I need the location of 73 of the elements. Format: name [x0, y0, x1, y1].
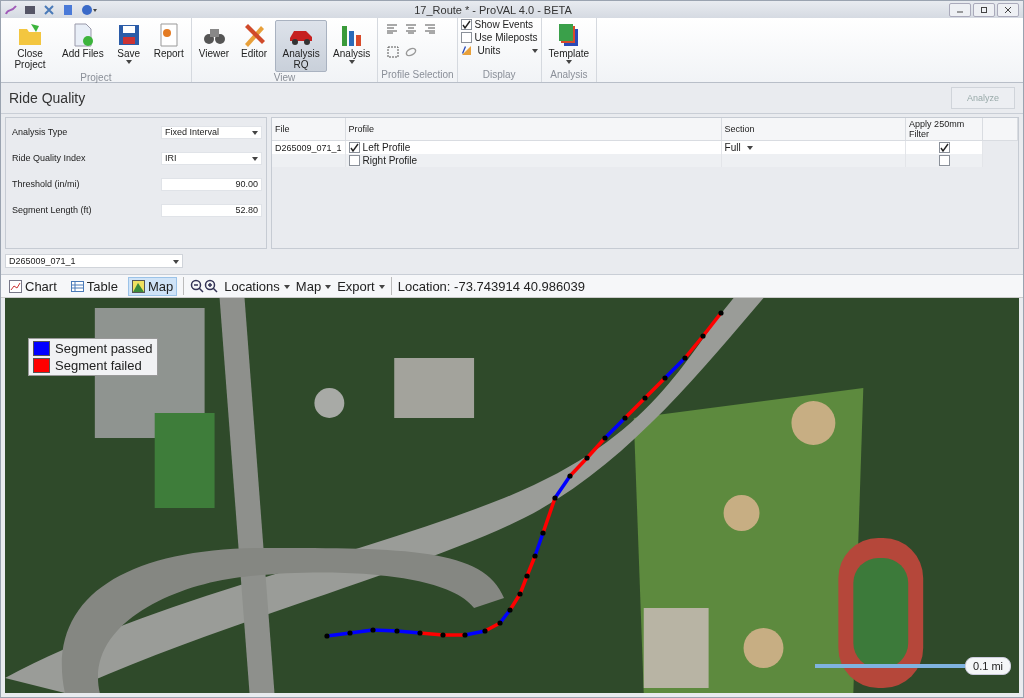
close-button[interactable]: [997, 2, 1019, 17]
caret-icon: [531, 49, 538, 53]
document-icon: [62, 3, 74, 16]
zoom-out-icon: [190, 279, 205, 293]
check-icon: [939, 143, 949, 152]
ruler-icon: [460, 45, 472, 56]
maximize-icon: [981, 6, 987, 13]
ribbon-button[interactable]: Viewer: [194, 20, 234, 72]
window-title: 17_Route * - ProVAL 4.0 - BETA: [414, 3, 572, 16]
ribbon-button[interactable]: Analysis RQ: [275, 20, 328, 72]
ribbon-button[interactable]: Save: [109, 20, 148, 72]
field-label: Ride Quality Index: [12, 153, 87, 163]
check-icon: [349, 143, 359, 152]
view-tab[interactable]: Map: [127, 276, 178, 296]
legend-label: Segment failed: [55, 358, 142, 373]
ribbon-button[interactable]: Template: [544, 20, 594, 69]
group-label: Display: [481, 69, 517, 82]
group-label: Project: [79, 72, 113, 83]
field-label: Threshold (in/mi): [12, 179, 81, 189]
column-header: Profile: [345, 118, 722, 141]
align-right-icon: [423, 24, 436, 34]
ribbon-button[interactable]: Report: [149, 20, 188, 72]
location-readout: Location: -73.743914 40.986039: [397, 278, 585, 294]
caret-icon: [252, 130, 258, 135]
map-icon: [131, 279, 145, 293]
ribbon-button[interactable]: Editor: [235, 20, 274, 72]
dropdown[interactable]: IRI: [161, 151, 262, 165]
dropdown[interactable]: Fixed Interval: [161, 125, 262, 139]
close-icon: [1005, 6, 1011, 13]
maximize-button[interactable]: [973, 2, 995, 17]
caret-icon: [173, 259, 179, 264]
group-label: Profile Selection: [381, 69, 454, 82]
column-header: Section: [721, 118, 906, 141]
align-center-icon: [405, 24, 418, 34]
select-box-icon: [387, 45, 400, 58]
folder-icon: [17, 22, 43, 48]
caret-icon: [283, 284, 290, 289]
table-icon: [70, 279, 84, 293]
view-tab[interactable]: Chart: [5, 276, 61, 296]
scale-label: 0.1 mi: [965, 657, 1011, 675]
check-icon: [461, 20, 471, 29]
toolbar-menu[interactable]: Export: [337, 278, 385, 294]
file-dropdown[interactable]: D265009_071_1: [5, 254, 183, 268]
toolbar-menu[interactable]: Map: [295, 278, 332, 294]
align-left-icon: [387, 24, 400, 34]
toolbar-menu[interactable]: Locations: [224, 278, 290, 294]
monitor-icon: [24, 3, 36, 16]
ribbon-button[interactable]: Close Project: [4, 20, 56, 72]
column-header: Apply 250mm Filter: [905, 118, 983, 141]
checkbox[interactable]: Use Mileposts: [460, 32, 538, 43]
legend-label: Segment passed: [55, 341, 153, 356]
units-menu[interactable]: Units: [460, 45, 538, 56]
filter-checkbox[interactable]: [938, 155, 950, 166]
filter-checkbox[interactable]: [938, 142, 950, 153]
caret-icon: [252, 156, 258, 161]
caret-icon: [378, 284, 385, 289]
column-header: File: [272, 118, 346, 141]
ribbon-button[interactable]: Add Files: [58, 20, 108, 72]
chart-icon: [9, 279, 22, 293]
field-label: Segment Length (ft): [12, 205, 93, 215]
caret-icon: [325, 284, 332, 289]
group-label: View: [272, 72, 297, 83]
caret-icon: [746, 146, 753, 150]
checkbox[interactable]: Show Events: [460, 19, 538, 30]
zoom-in-icon: [204, 279, 219, 293]
field-label: Analysis Type: [12, 127, 69, 137]
ribbon-button[interactable]: Analysis: [329, 20, 375, 72]
view-tab[interactable]: Table: [66, 276, 122, 296]
app-icon: [5, 3, 17, 16]
input-field[interactable]: 52.80: [161, 203, 262, 217]
group-label: Analysis: [549, 69, 589, 82]
panel-title: Ride Quality: [9, 90, 86, 106]
input-field[interactable]: 90.00: [161, 177, 262, 191]
